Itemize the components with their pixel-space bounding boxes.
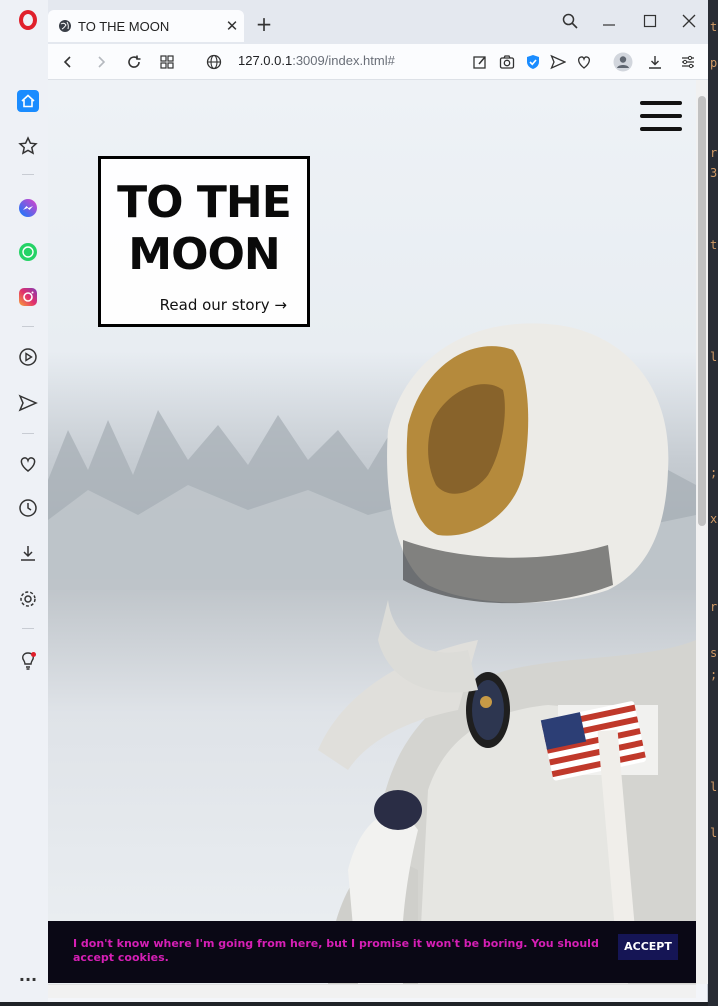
home-icon[interactable]: [14, 87, 42, 115]
opera-logo-icon[interactable]: [19, 10, 37, 30]
opera-sidebar: ···: [0, 0, 48, 1002]
address-bar: 127.0.0.1:3009/index.html#: [48, 44, 708, 80]
close-window-icon[interactable]: [678, 10, 700, 32]
read-our-story-link[interactable]: Read our story →: [160, 296, 287, 314]
tab-close-icon[interactable]: ✕: [220, 17, 244, 35]
page-viewport: TO THE MOON Read our story →: [48, 80, 696, 984]
player-icon[interactable]: [14, 343, 42, 371]
hero-title-line2: MOON: [128, 229, 280, 280]
new-tab-button[interactable]: +: [254, 14, 274, 34]
tips-lightbulb-icon[interactable]: [14, 647, 42, 675]
browser-window: ··· TO THE MOON ✕ + 127.0.0.1:3009/index…: [0, 0, 708, 1002]
cookie-message: I don't know where I'm going from here, …: [73, 937, 599, 964]
reload-icon[interactable]: [122, 50, 146, 74]
maximize-icon[interactable]: [639, 10, 661, 32]
horizontal-scrollbar[interactable]: [48, 984, 696, 998]
code-editor-edge: tpr 3tl ; x r s; l l: [708, 0, 718, 1006]
tab-bar: TO THE MOON ✕ +: [48, 0, 708, 44]
url-field[interactable]: 127.0.0.1:3009/index.html#: [238, 53, 395, 68]
easy-setup-sliders-icon[interactable]: [676, 50, 700, 74]
download-icon[interactable]: [643, 50, 667, 74]
tab-active[interactable]: TO THE MOON ✕: [48, 10, 244, 42]
send-flow-icon[interactable]: [14, 389, 42, 417]
bookmark-heart-icon[interactable]: [572, 50, 596, 74]
messenger-icon[interactable]: [14, 194, 42, 222]
forward-icon[interactable]: [89, 50, 113, 74]
vpn-shield-icon[interactable]: [521, 50, 545, 74]
vertical-scroll-thumb[interactable]: [698, 96, 706, 526]
search-tabs-icon[interactable]: [559, 10, 581, 32]
more-options-icon[interactable]: ···: [14, 965, 42, 993]
heart-icon[interactable]: [14, 450, 42, 478]
astronaut-image: [318, 323, 696, 984]
back-icon[interactable]: [56, 50, 80, 74]
profile-avatar-icon[interactable]: [611, 50, 635, 74]
speed-dial-grid-icon[interactable]: [155, 50, 179, 74]
bookmarks-star-icon[interactable]: [14, 132, 42, 160]
accept-cookies-button[interactable]: ACCEPT: [618, 934, 678, 960]
snapshot-edit-icon[interactable]: [468, 50, 492, 74]
hamburger-menu-button[interactable]: [640, 101, 682, 131]
cookie-banner: I don't know where I'm going from here, …: [48, 921, 696, 983]
site-info-globe-icon[interactable]: [202, 50, 226, 74]
history-clock-icon[interactable]: [14, 494, 42, 522]
tab-title: TO THE MOON: [78, 18, 170, 34]
hero-title-box: TO THE MOON Read our story →: [98, 156, 310, 327]
send-icon[interactable]: [546, 50, 570, 74]
vertical-scrollbar[interactable]: [696, 80, 708, 984]
downloads-icon[interactable]: [14, 539, 42, 567]
whatsapp-icon[interactable]: [14, 238, 42, 266]
instagram-icon[interactable]: [14, 283, 42, 311]
minimize-icon[interactable]: [598, 10, 620, 32]
camera-icon[interactable]: [495, 50, 519, 74]
hero-title-line1: TO THE: [117, 177, 292, 228]
settings-gear-icon[interactable]: [14, 585, 42, 613]
globe-icon: [59, 20, 71, 32]
